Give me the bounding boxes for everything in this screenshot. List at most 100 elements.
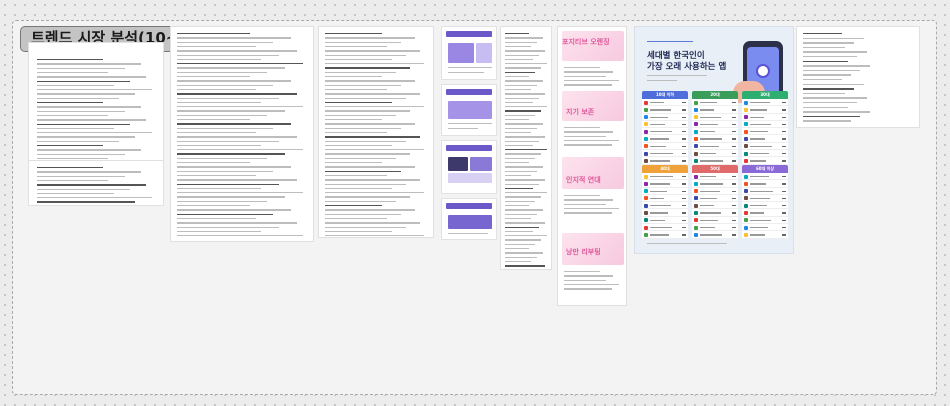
text-line: [177, 157, 268, 160]
slide-thumbnail-2[interactable]: [441, 84, 497, 136]
app-icon: [744, 181, 748, 186]
text-line: [505, 136, 546, 138]
ranking-row: [742, 224, 788, 232]
app-icon: [694, 211, 698, 216]
text-line: [325, 230, 392, 233]
usage-value: [732, 102, 736, 104]
app-name-line: [750, 183, 766, 185]
slide-thumbnail-4[interactable]: [441, 198, 497, 240]
app-icon: [744, 151, 748, 156]
text-line: [803, 97, 867, 99]
slide-thumbnail-3[interactable]: [441, 140, 497, 194]
document-page-1b[interactable]: [28, 160, 164, 206]
text-line: [505, 162, 530, 164]
usage-value: [682, 160, 686, 162]
app-name-line: [750, 102, 770, 104]
text-line: [564, 127, 600, 129]
infographic-app-usage[interactable]: 세대별 한국인이 가장 오래 사용하는 앱 10대 이하 20대 30대 40대 50대…: [634, 26, 794, 254]
text-line: [505, 248, 530, 250]
text-line: [37, 153, 125, 155]
app-icon: [744, 107, 748, 112]
usage-value: [732, 123, 736, 126]
app-name-line: [750, 212, 764, 214]
app-icon: [644, 232, 648, 237]
text-line: [177, 76, 250, 78]
ranking-column-header: 20대: [692, 91, 738, 99]
usage-value: [682, 138, 686, 140]
ranking-row: [692, 128, 738, 136]
text-line: [177, 166, 292, 168]
text-line: [505, 50, 546, 52]
document-page-1[interactable]: [28, 42, 164, 174]
text-line: [564, 195, 600, 197]
app-name-line: [700, 197, 717, 200]
ranking-row: [692, 224, 738, 232]
app-name-line: [750, 131, 768, 133]
text-line: [803, 74, 851, 76]
text-line: [177, 45, 256, 48]
text-line: [37, 97, 120, 100]
text-line: [505, 222, 546, 224]
app-icon: [744, 137, 748, 142]
text-line: [505, 127, 538, 129]
text-line: [177, 222, 298, 224]
text-line: [325, 110, 411, 112]
ranking-row: [692, 106, 738, 114]
ranking-row: [642, 143, 688, 151]
text-line: [177, 127, 274, 129]
app-icon: [744, 196, 748, 201]
text-line: [37, 145, 103, 147]
ranking-row: [692, 121, 738, 129]
app-icon: [694, 137, 698, 142]
text-line: [325, 54, 406, 56]
slide-thumbnail-1[interactable]: [441, 26, 497, 80]
text-line: [325, 97, 406, 99]
app-icon: [744, 232, 748, 237]
ranking-row: [642, 128, 688, 136]
notes-document[interactable]: [796, 26, 920, 128]
app-name-line: [650, 183, 670, 185]
text-line: [448, 67, 492, 69]
text-line: [505, 114, 536, 117]
text-line: [37, 84, 114, 87]
ranking-row: [642, 106, 688, 114]
text-line: [505, 88, 532, 91]
document-page-4[interactable]: [500, 26, 552, 270]
text-line: [803, 46, 845, 49]
app-icon: [644, 158, 648, 163]
app-icon: [744, 158, 748, 163]
ranking-row: [642, 121, 688, 129]
text-line: [37, 76, 147, 78]
app-name-line: [650, 116, 668, 118]
text-line: [325, 50, 420, 52]
text-line: [505, 58, 534, 61]
text-line: [325, 76, 383, 78]
app-icon: [744, 100, 748, 105]
app-icon: [644, 196, 648, 201]
text-line: [177, 101, 262, 104]
app-name-line: [700, 183, 723, 185]
usage-value: [682, 153, 686, 155]
ranking-row: [692, 202, 738, 210]
usage-value: [782, 153, 786, 155]
app-icon: [694, 115, 698, 120]
trend-cards-panel[interactable]: 포지티브 오렌징 지기 보존 인지적 연대 낭만 리부팅: [557, 26, 627, 306]
text-line: [177, 67, 286, 69]
ranking-row: [692, 150, 738, 158]
app-name-line: [650, 219, 665, 222]
text-line: [564, 79, 619, 82]
document-page-3[interactable]: [318, 26, 434, 238]
ranking-row: [642, 99, 688, 107]
ranking-row: [692, 143, 738, 151]
text-line: [505, 119, 530, 121]
ranking-row: [642, 157, 688, 165]
ranking-row: [742, 150, 788, 158]
usage-value: [732, 234, 736, 236]
text-line: [37, 136, 136, 138]
text-line: [564, 84, 612, 86]
usage-value: [782, 145, 786, 148]
app-name-line: [700, 227, 715, 229]
text-line: [505, 84, 538, 86]
document-page-2[interactable]: [170, 26, 314, 242]
usage-value: [682, 102, 686, 104]
